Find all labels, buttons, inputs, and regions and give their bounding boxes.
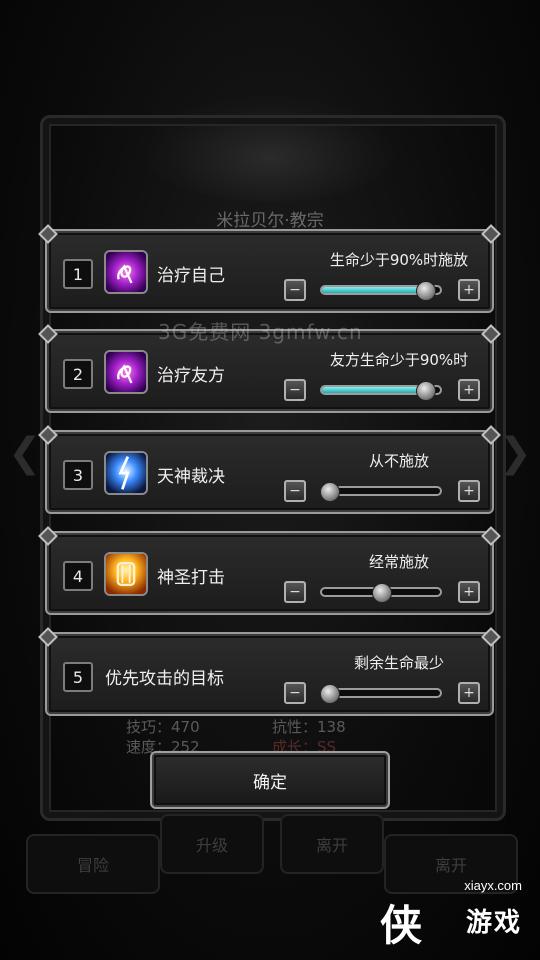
slider-knob[interactable] <box>415 281 436 301</box>
setting-card-5: 5 优先攻击的目标 剩余生命最少 − + <box>45 632 494 716</box>
target-priority-label: 优先攻击的目标 <box>105 669 224 689</box>
increase-button[interactable]: + <box>458 379 480 401</box>
setting-card-4: 4 神圣打击 经常施放 − + <box>45 531 494 615</box>
stat-skill: 技巧：470 <box>126 718 200 736</box>
decrease-button[interactable]: − <box>284 279 306 301</box>
heal-ally-icon <box>104 350 148 394</box>
skill-name: 神圣打击 <box>157 568 225 588</box>
watermark-text: 3G免费网 3gmfw.cn <box>158 320 363 344</box>
character-name: 米拉贝尔·教宗 <box>216 211 324 231</box>
decrease-button[interactable]: − <box>284 480 306 502</box>
adventure-button: 冒险 <box>26 834 160 894</box>
increase-button[interactable]: + <box>458 682 480 704</box>
holy-strike-icon <box>104 552 148 596</box>
prev-arrow-icon: ❮ <box>8 430 42 476</box>
leave-button: 离开 <box>280 814 384 874</box>
site-logo-mark: 侠 <box>380 901 423 950</box>
increase-button[interactable]: + <box>458 581 480 603</box>
increase-button[interactable]: + <box>458 279 480 301</box>
setting-index: 5 <box>63 662 93 692</box>
condition-text: 剩余生命最少 <box>353 654 444 672</box>
skill-name: 治疗自己 <box>157 266 225 286</box>
setting-card-3: 3 天神裁决 从不施放 − + <box>45 430 494 514</box>
site-url: xiayx.com <box>464 878 522 893</box>
site-logo: xiayx.com 侠 游戏 <box>372 878 522 950</box>
condition-text: 从不施放 <box>368 452 429 470</box>
setting-index: 3 <box>63 460 93 490</box>
next-arrow-icon: ❯ <box>498 430 532 476</box>
condition-text: 生命少于90%时施放 <box>329 251 469 269</box>
skill-name: 天神裁决 <box>157 467 225 487</box>
slider-knob[interactable] <box>415 381 436 401</box>
setting-card-1: 1 治疗自己 生命少于90%时施放 − + <box>45 229 494 313</box>
setting-index: 1 <box>63 259 93 289</box>
decrease-button[interactable]: − <box>284 581 306 603</box>
slider-knob[interactable] <box>372 583 392 603</box>
decrease-button[interactable]: − <box>284 682 306 704</box>
condition-text: 友方生命少于90%时 <box>329 351 469 369</box>
upgrade-button: 升级 <box>160 814 264 874</box>
slider-knob[interactable] <box>320 482 340 502</box>
slider-knob[interactable] <box>320 684 340 704</box>
setting-index: 4 <box>63 561 93 591</box>
stat-resist: 抗性：138 <box>272 718 346 736</box>
confirm-button[interactable]: 确定 <box>150 751 390 809</box>
slider-fill <box>322 387 431 393</box>
increase-button[interactable]: + <box>458 480 480 502</box>
decrease-button[interactable]: − <box>284 379 306 401</box>
condition-text: 经常施放 <box>368 553 429 571</box>
setting-index: 2 <box>63 359 93 389</box>
slider-fill <box>322 287 431 293</box>
divine-judgment-icon <box>104 451 148 495</box>
skill-name: 治疗友方 <box>157 366 225 386</box>
heal-self-icon <box>104 250 148 294</box>
site-brand: 游戏 <box>465 908 522 938</box>
